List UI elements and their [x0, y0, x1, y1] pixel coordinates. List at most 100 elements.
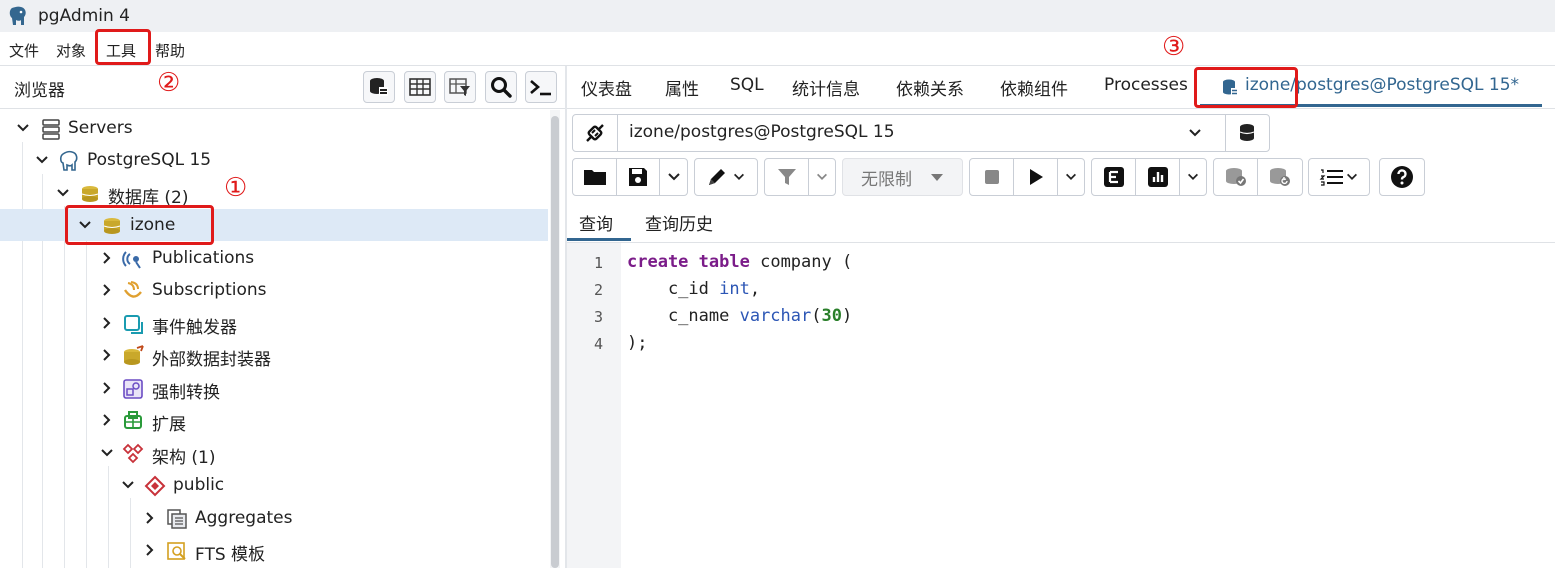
- macros-button[interactable]: [1308, 158, 1370, 196]
- open-file-button[interactable]: [572, 158, 617, 196]
- cancel-query-button[interactable]: [969, 158, 1014, 196]
- chevron-right-icon[interactable]: [99, 412, 115, 428]
- tree-node-casts[interactable]: 强制转换: [0, 372, 548, 404]
- chevron-right-icon[interactable]: [99, 282, 115, 298]
- stop-icon: [984, 170, 999, 184]
- bar-chart-icon: [1147, 167, 1168, 187]
- tree-node-schemas[interactable]: 架构 (1): [0, 437, 548, 469]
- filter-button[interactable]: [764, 158, 809, 196]
- code-token: company (: [749, 252, 853, 272]
- search-objects-button[interactable]: [485, 71, 517, 103]
- tree-label: 扩展: [152, 415, 186, 435]
- chevron-down-icon[interactable]: [99, 445, 115, 461]
- query-tool-icon: [370, 78, 388, 96]
- tab-sql[interactable]: SQL: [730, 75, 764, 95]
- tree-label: FTS 模板: [195, 545, 266, 565]
- chevron-right-icon[interactable]: [99, 250, 115, 266]
- connection-value: izone/postgres@PostgreSQL 15: [629, 122, 895, 142]
- menu-help[interactable]: 帮助: [155, 40, 185, 61]
- edit-button[interactable]: [694, 158, 758, 196]
- tree-node-event-triggers[interactable]: 事件触发器: [0, 307, 548, 339]
- code-token: c_id: [627, 279, 720, 299]
- tree-node-fts-templates[interactable]: FTS 模板: [0, 534, 548, 566]
- object-explorer-tree: Servers PostgreSQL 15 数据库 (2) izone Publ…: [0, 110, 548, 568]
- tree-node-aggregates[interactable]: Aggregates: [0, 502, 548, 534]
- explain-button[interactable]: [1091, 158, 1136, 196]
- query-tool-button[interactable]: [363, 71, 395, 103]
- chevron-right-icon[interactable]: [142, 510, 158, 526]
- execute-options-dropdown[interactable]: [1057, 158, 1085, 196]
- annotation-marker-1: ①: [224, 173, 248, 203]
- cast-icon: [123, 379, 143, 399]
- plug-connected-icon: [586, 124, 604, 142]
- tab-properties[interactable]: 属性: [665, 75, 699, 100]
- save-options-dropdown[interactable]: [659, 158, 688, 196]
- caret-down-icon: [931, 174, 943, 181]
- tree-label: public: [173, 475, 225, 495]
- code-token: (: [811, 306, 822, 326]
- annotation-box-tools-menu: [95, 29, 151, 65]
- view-data-button[interactable]: [404, 71, 436, 103]
- code-token: int: [719, 279, 750, 299]
- connection-status-button[interactable]: [573, 115, 618, 151]
- list-icon: [1319, 169, 1343, 186]
- help-button[interactable]: [1379, 158, 1425, 196]
- code-line: c_name varchar(30): [627, 306, 852, 326]
- connection-selector[interactable]: izone/postgres@PostgreSQL 15: [572, 114, 1270, 152]
- sql-editor[interactable]: 1 2 3 4 create table company ( c_id int,…: [567, 243, 1555, 568]
- chevron-right-icon[interactable]: [99, 315, 115, 331]
- chevron-down-icon[interactable]: [120, 477, 136, 493]
- play-icon: [1029, 169, 1043, 185]
- new-connection-button[interactable]: [1225, 115, 1270, 151]
- menu-object[interactable]: 对象: [56, 40, 86, 61]
- tab-query-history[interactable]: 查询历史: [645, 210, 713, 235]
- rows-limit-value: 无限制: [861, 169, 912, 190]
- tree-node-extensions[interactable]: 扩展: [0, 404, 548, 436]
- line-number: 3: [593, 308, 603, 326]
- explain-analyze-button[interactable]: [1135, 158, 1180, 196]
- main-tab-bar: 仪表盘 属性 SQL 统计信息 依赖关系 依赖组件 Processes izon…: [567, 66, 1555, 109]
- schema-icon: [144, 475, 166, 497]
- tree-node-servers[interactable]: Servers: [0, 112, 548, 144]
- tab-dependencies[interactable]: 依赖关系: [896, 75, 964, 100]
- chevron-right-icon[interactable]: [142, 542, 158, 558]
- explain-options-dropdown[interactable]: [1179, 158, 1207, 196]
- tree-node-postgresql-15[interactable]: PostgreSQL 15: [0, 144, 548, 176]
- rollback-icon: [1270, 168, 1290, 186]
- window-title: pgAdmin 4: [38, 6, 130, 26]
- filtered-rows-button[interactable]: [444, 71, 476, 103]
- chevron-down-icon[interactable]: [55, 185, 71, 201]
- scrollbar-thumb[interactable]: [551, 116, 559, 568]
- tab-statistics[interactable]: 统计信息: [792, 75, 860, 100]
- psql-terminal-icon: [530, 80, 551, 96]
- chevron-down-icon[interactable]: [34, 152, 50, 168]
- psql-tool-button[interactable]: [525, 71, 557, 103]
- chevron-right-icon[interactable]: [99, 380, 115, 396]
- menu-file[interactable]: 文件: [9, 40, 39, 61]
- tree-node-fdw[interactable]: 外部数据封装器: [0, 339, 548, 371]
- tab-processes[interactable]: Processes: [1104, 75, 1188, 95]
- chevron-right-icon[interactable]: [99, 347, 115, 363]
- tree-node-subscriptions[interactable]: Subscriptions: [0, 274, 548, 306]
- tab-query[interactable]: 查询: [579, 210, 613, 235]
- code-line: c_id int,: [627, 279, 760, 299]
- filter-options-dropdown[interactable]: [808, 158, 836, 196]
- filter-icon: [777, 169, 796, 185]
- rows-limit-select[interactable]: 无限制: [842, 158, 963, 196]
- tree-node-public[interactable]: public: [0, 469, 548, 501]
- tab-dependents[interactable]: 依赖组件: [1000, 75, 1068, 100]
- extension-icon: [124, 411, 142, 429]
- annotation-box-query-tool-tab: [1194, 67, 1298, 108]
- save-file-button[interactable]: [616, 158, 660, 196]
- execute-button[interactable]: [1013, 158, 1058, 196]
- tree-node-publications[interactable]: Publications: [0, 242, 548, 274]
- commit-button[interactable]: [1213, 158, 1258, 196]
- chevron-down-icon[interactable]: [15, 120, 31, 136]
- tree-scrollbar[interactable]: [550, 110, 560, 568]
- rollback-button[interactable]: [1257, 158, 1303, 196]
- publication-icon: [122, 251, 141, 269]
- chevron-down-icon[interactable]: [1187, 125, 1203, 141]
- annotation-box-izone: [65, 205, 214, 245]
- tab-dashboard[interactable]: 仪表盘: [581, 75, 632, 100]
